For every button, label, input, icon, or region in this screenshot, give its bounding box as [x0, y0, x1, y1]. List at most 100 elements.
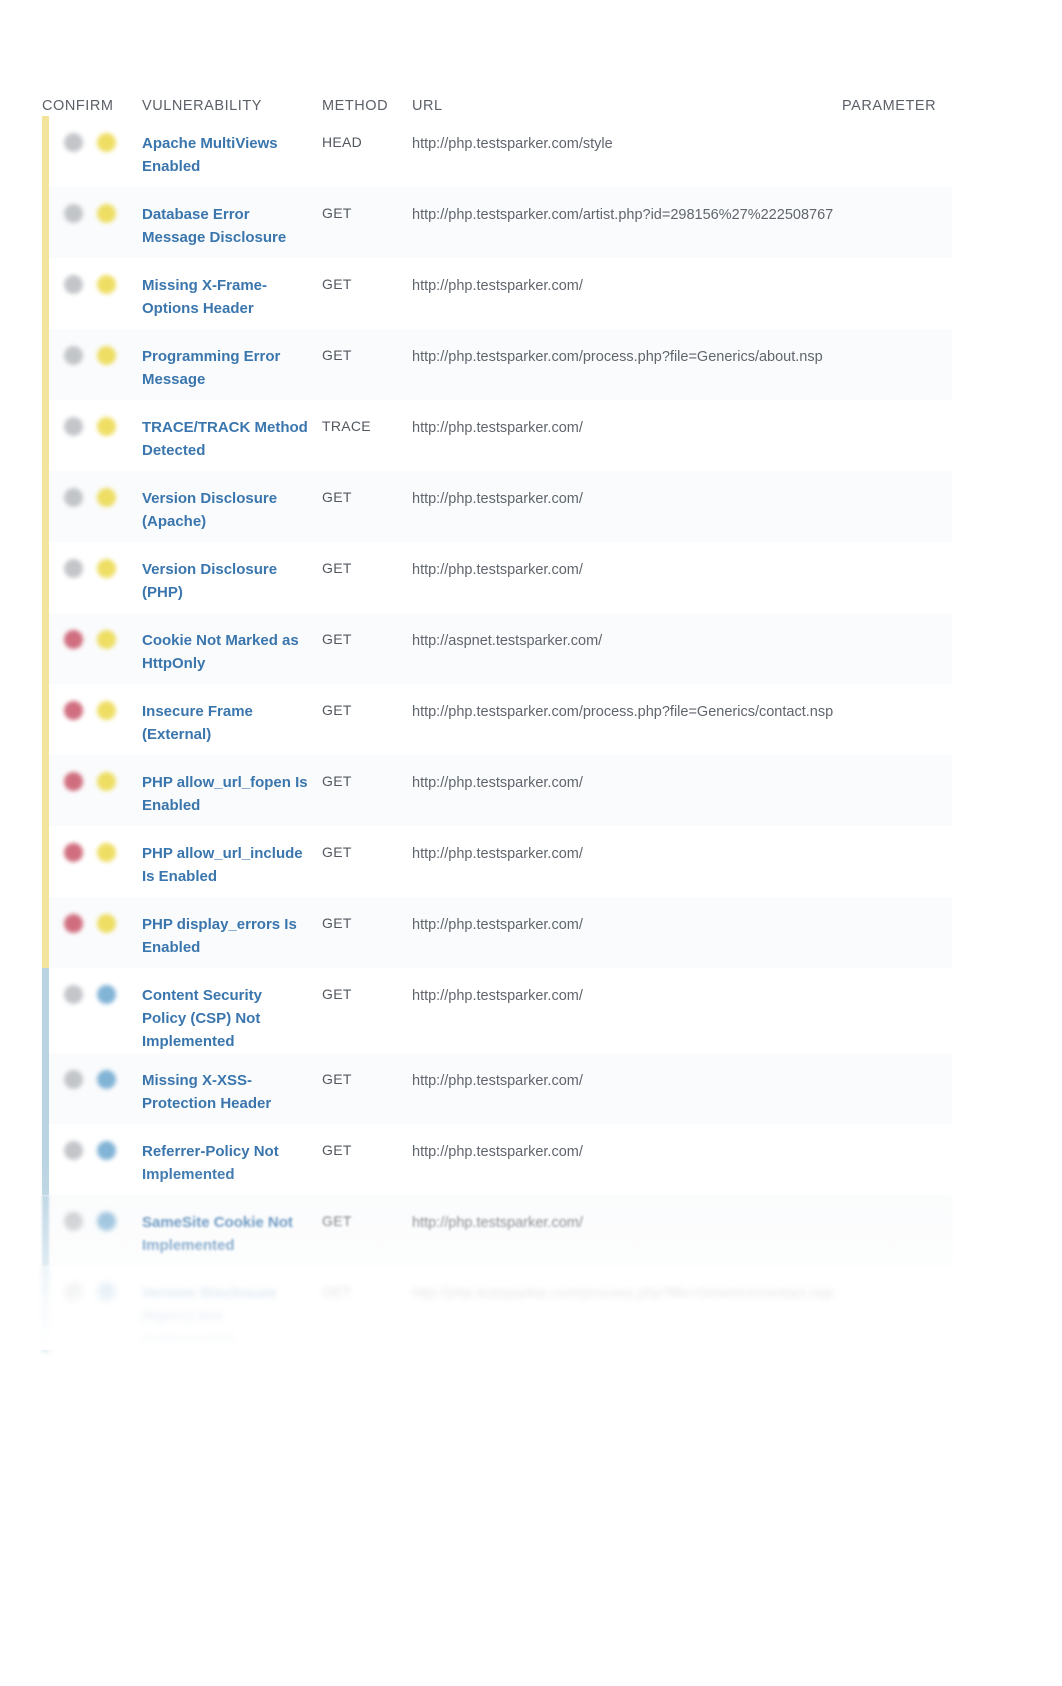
confirmed-marker-icon[interactable]: [64, 630, 83, 649]
table-row[interactable]: TRACE/TRACK Method Detected TRACE http://p…: [42, 400, 952, 471]
cell-parameter: [842, 258, 952, 329]
cell-parameter: [842, 826, 952, 897]
severity-stripe: [42, 187, 49, 258]
vulnerability-link[interactable]: Programming Error Message: [142, 348, 280, 388]
cell-vulnerability: Content Security Policy (CSP) Not Implem…: [142, 968, 322, 1053]
table-row[interactable]: PHP allow_url_fopen Is Enabled GET http://…: [42, 755, 952, 826]
table-row[interactable]: Insecure Frame (External) GET http://php.t…: [42, 684, 952, 755]
unconfirmed-marker-icon[interactable]: [64, 417, 83, 436]
report-page: CONFIRM VULNERABILITY METHOD URL PARAMET…: [0, 0, 1062, 1686]
cell-vulnerability: Referrer-Policy Not Implemented: [142, 1124, 322, 1195]
cell-url: http://php.testsparker.com/: [412, 420, 583, 436]
unconfirmed-marker-icon[interactable]: [64, 204, 83, 223]
vulnerability-link[interactable]: Database Error Message Disclosure: [142, 206, 286, 246]
table-row[interactable]: Programming Error Message GET http://php.t…: [42, 329, 952, 400]
table-row[interactable]: PHP allow_url_include Is Enabled GET http:…: [42, 826, 952, 897]
unconfirmed-marker-icon[interactable]: [64, 1141, 83, 1160]
vulnerability-link[interactable]: Version Disclosure (Nginx) Not Implement…: [142, 1285, 277, 1348]
unconfirmed-marker-icon[interactable]: [64, 1283, 83, 1302]
unconfirmed-marker-icon[interactable]: [64, 559, 83, 578]
cell-confirm: [42, 187, 142, 258]
unconfirmed-marker-icon[interactable]: [64, 488, 83, 507]
confirmed-marker-icon[interactable]: [64, 914, 83, 933]
cell-parameter: [842, 684, 952, 755]
severity-low-icon: [97, 275, 116, 294]
cell-parameter: [842, 329, 952, 400]
severity-stripe: [42, 1195, 49, 1266]
cell-url: http://php.testsparker.com/: [412, 278, 583, 294]
cell-confirm: [42, 542, 142, 613]
cell-confirm: [42, 329, 142, 400]
cell-url: http://php.testsparker.com/: [412, 775, 583, 791]
vulnerability-link[interactable]: PHP display_errors Is Enabled: [142, 916, 297, 956]
severity-stripe: [42, 1266, 49, 1351]
cell-confirm: [42, 1266, 142, 1351]
unconfirmed-marker-icon[interactable]: [64, 275, 83, 294]
vulnerability-link[interactable]: PHP allow_url_include Is Enabled: [142, 845, 303, 885]
cell-method: GET: [322, 986, 352, 1002]
severity-information-icon: [97, 1283, 116, 1302]
table-row[interactable]: Missing X-XSS-Protection Header GET http:/…: [42, 1053, 952, 1124]
table-row[interactable]: Database Error Message Disclosure GET http…: [42, 187, 952, 258]
cell-parameter: [842, 471, 952, 542]
cell-confirm: [42, 897, 142, 968]
cell-confirm: [42, 471, 142, 542]
cell-url: http://php.testsparker.com/: [412, 846, 583, 862]
vulnerability-link[interactable]: SameSite Cookie Not Implemented: [142, 1214, 293, 1254]
vulnerability-link[interactable]: Apache MultiViews Enabled: [142, 135, 278, 175]
severity-low-icon: [97, 204, 116, 223]
cell-method: GET: [322, 1213, 352, 1229]
table-row[interactable]: Version Disclosure (PHP) GET http://php.te…: [42, 542, 952, 613]
cell-vulnerability: Insecure Frame (External): [142, 684, 322, 755]
cell-url: http://php.testsparker.com/: [412, 1073, 583, 1089]
severity-stripe: [42, 755, 49, 826]
severity-stripe: [42, 1124, 49, 1195]
confirmed-marker-icon[interactable]: [64, 772, 83, 791]
unconfirmed-marker-icon[interactable]: [64, 346, 83, 365]
table-row[interactable]: Cookie Not Marked as HttpOnly GET http://a…: [42, 613, 952, 684]
vulnerability-link[interactable]: Content Security Policy (CSP) Not Implem…: [142, 987, 262, 1050]
severity-low-icon: [97, 488, 116, 507]
cell-vulnerability: TRACE/TRACK Method Detected: [142, 400, 322, 471]
severity-stripe: [42, 826, 49, 897]
cell-vulnerability: Missing X-Frame-Options Header: [142, 258, 322, 329]
cell-url: http://php.testsparker.com/process.php?f…: [412, 704, 834, 720]
severity-low-icon: [97, 417, 116, 436]
vulnerability-link[interactable]: TRACE/TRACK Method Detected: [142, 419, 308, 459]
cell-method: GET: [322, 347, 352, 363]
unconfirmed-marker-icon[interactable]: [64, 985, 83, 1004]
vulnerability-link[interactable]: Insecure Frame (External): [142, 703, 253, 743]
severity-low-icon: [97, 843, 116, 862]
cell-url: http://php.testsparker.com/style: [412, 136, 613, 152]
table-row[interactable]: Missing X-Frame-Options Header GET http://…: [42, 258, 952, 329]
vulnerability-link[interactable]: Referrer-Policy Not Implemented: [142, 1143, 279, 1183]
cell-method: GET: [322, 1284, 352, 1300]
table-header-row: CONFIRM VULNERABILITY METHOD URL PARAMET…: [42, 78, 952, 116]
table-row[interactable]: SameSite Cookie Not Implemented GET http:/…: [42, 1195, 952, 1266]
severity-low-icon: [97, 772, 116, 791]
table-row[interactable]: Referrer-Policy Not Implemented GET http:/…: [42, 1124, 952, 1195]
cell-vulnerability: Database Error Message Disclosure: [142, 187, 322, 258]
cell-method: GET: [322, 915, 352, 931]
unconfirmed-marker-icon[interactable]: [64, 1212, 83, 1231]
severity-low-icon: [97, 346, 116, 365]
severity-stripe: [42, 613, 49, 684]
vulnerability-link[interactable]: Version Disclosure (PHP): [142, 561, 277, 601]
confirmed-marker-icon[interactable]: [64, 701, 83, 720]
vulnerability-link[interactable]: Version Disclosure (Apache): [142, 490, 277, 530]
cell-parameter: [842, 897, 952, 968]
unconfirmed-marker-icon[interactable]: [64, 1070, 83, 1089]
table-row[interactable]: PHP display_errors Is Enabled GET http://p…: [42, 897, 952, 968]
unconfirmed-marker-icon[interactable]: [64, 133, 83, 152]
vulnerability-link[interactable]: Missing X-XSS-Protection Header: [142, 1072, 271, 1112]
table-row[interactable]: Version Disclosure (Nginx) Not Implement…: [42, 1266, 952, 1351]
severity-stripe: [42, 684, 49, 755]
vulnerability-link[interactable]: PHP allow_url_fopen Is Enabled: [142, 774, 308, 814]
vulnerability-link[interactable]: Cookie Not Marked as HttpOnly: [142, 632, 299, 672]
table-row[interactable]: Content Security Policy (CSP) Not Implem…: [42, 968, 952, 1053]
table-row[interactable]: Apache MultiViews Enabled HEAD http://php.…: [42, 116, 952, 187]
severity-stripe: [42, 897, 49, 968]
vulnerability-link[interactable]: Missing X-Frame-Options Header: [142, 277, 267, 317]
confirmed-marker-icon[interactable]: [64, 843, 83, 862]
table-row[interactable]: Version Disclosure (Apache) GET http://php…: [42, 471, 952, 542]
